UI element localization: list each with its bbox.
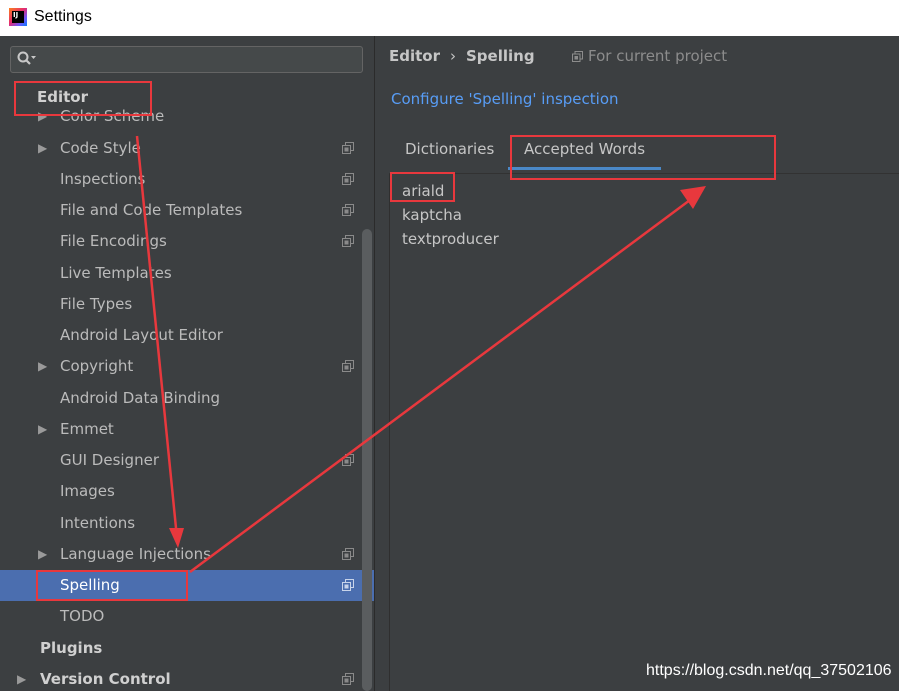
watermark-text: https://blog.csdn.net/qq_37502106 (646, 662, 892, 679)
annotation-arrows (135, 135, 706, 574)
arrow-spelling-to-accepted-words (189, 186, 706, 574)
arrow-editor-to-spelling (135, 135, 184, 548)
